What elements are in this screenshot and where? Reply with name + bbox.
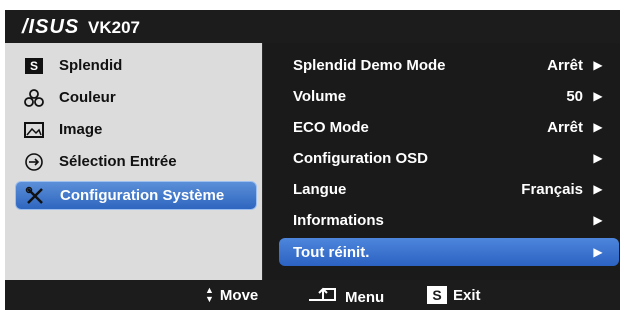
setting-label: Volume [293,87,347,105]
main-menu: S Splendid Couleur Image Sélection Entré… [5,43,262,280]
setting-label: ECO Mode [293,118,369,136]
menu-item-label: Image [59,121,103,138]
s-box-icon: S [23,55,45,77]
menu-item-configuration-systeme[interactable]: Configuration Système [15,181,257,210]
tools-icon [24,185,46,207]
arrow-right-icon: ▶ [593,120,603,134]
osd-screen: /ISUS VK207 S Splendid Couleur Image Sél… [0,0,625,310]
footer-exit-label: Exit [453,286,481,304]
s-key-icon: S [427,286,447,304]
menu-item-label: Sélection Entrée [59,153,177,170]
enter-icon [307,286,339,308]
setting-splendid-demo-mode[interactable]: Splendid Demo Mode Arrêt ▶ [279,51,619,79]
footer-move-label: Move [219,286,259,304]
footer-bar: ▲ ▼ Move Menu S Exit [5,280,620,310]
setting-eco-mode[interactable]: ECO Mode Arrêt ▶ [279,113,619,141]
arrow-right-icon: ▶ [593,151,603,165]
menu-item-label: Couleur [59,89,116,106]
arrow-right-icon: ▶ [593,213,603,227]
setting-label: Langue [293,180,347,198]
osd-frame: /ISUS VK207 S Splendid Couleur Image Sél… [5,10,620,310]
arrow-right-icon: ▶ [593,245,603,259]
setting-label: Configuration OSD [293,149,428,167]
setting-configuration-osd[interactable]: Configuration OSD ▶ [279,144,619,172]
setting-value: Arrêt [547,118,583,136]
setting-value: Français [521,180,583,198]
menu-item-label: Configuration Système [60,187,225,204]
setting-volume[interactable]: Volume 50 ▶ [279,82,619,110]
footer-menu: Menu [307,286,384,308]
footer-move: ▲ ▼ Move [205,286,258,304]
setting-value: Arrêt [547,56,583,74]
setting-langue[interactable]: Langue Français ▶ [279,175,619,203]
setting-value: 50 [566,87,583,105]
arrow-right-icon: ▶ [593,58,603,72]
picture-icon [23,119,45,141]
arrow-right-icon: ▶ [593,182,603,196]
model-name: VK207 [88,18,140,37]
menu-item-selection-entree[interactable]: Sélection Entrée [15,147,257,176]
menu-item-couleur[interactable]: Couleur [15,83,257,112]
setting-label: Informations [293,211,384,229]
asus-logo: /ISUS [22,16,80,38]
up-down-arrows-icon: ▲ ▼ [205,285,214,304]
footer-exit: S Exit [427,286,481,304]
setting-label: Splendid Demo Mode [293,56,446,74]
setting-informations[interactable]: Informations ▶ [279,206,619,234]
footer-menu-label: Menu [345,288,385,306]
submenu-panel: Splendid Demo Mode Arrêt ▶ Volume 50 ▶ E… [263,43,620,280]
setting-tout-reinit[interactable]: Tout réinit. ▶ [279,238,619,266]
menu-item-label: Splendid [59,57,123,74]
setting-label: Tout réinit. [293,243,370,261]
input-arrow-icon [23,151,45,173]
color-circles-icon [23,87,45,109]
menu-item-splendid[interactable]: S Splendid [15,51,257,80]
title-bar: /ISUS VK207 [5,10,620,43]
arrow-right-icon: ▶ [593,89,603,103]
menu-item-image[interactable]: Image [15,115,257,144]
